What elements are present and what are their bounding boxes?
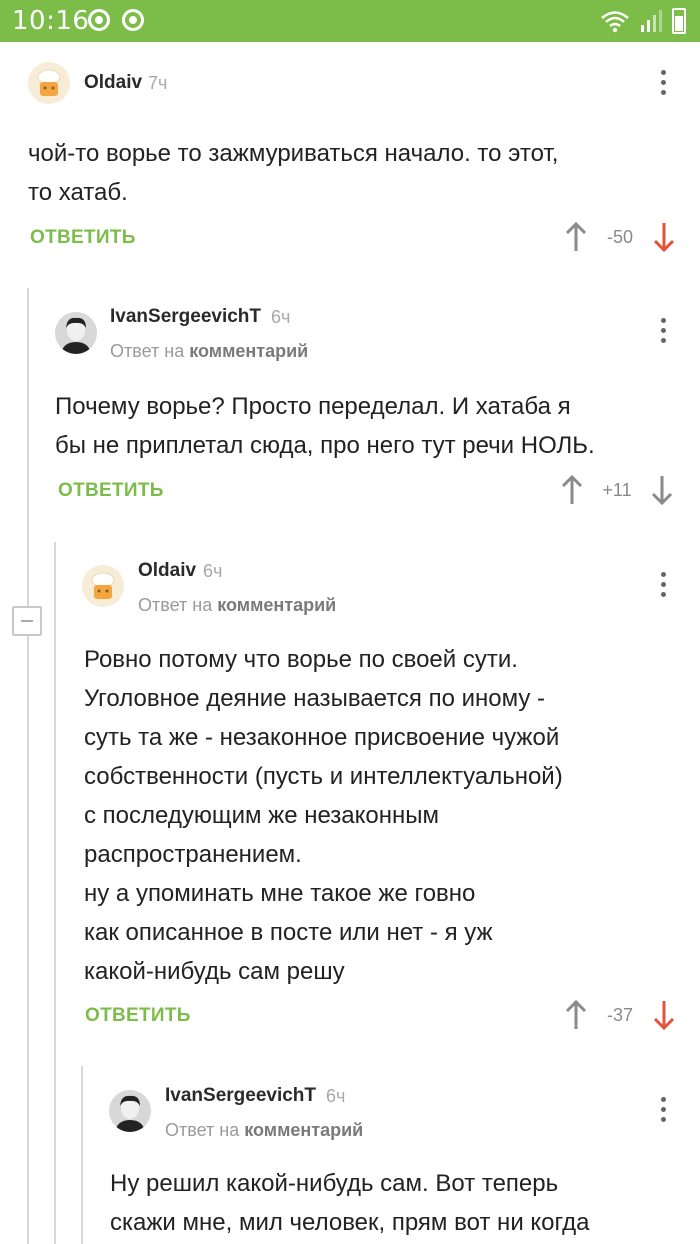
upvote-icon[interactable]: [558, 474, 586, 506]
more-options-icon[interactable]: [661, 70, 667, 96]
reply-button[interactable]: ОТВЕТИТЬ: [58, 480, 164, 502]
comment-time: 7ч: [148, 73, 168, 93]
reply-target-link[interactable]: комментарий: [189, 341, 308, 361]
thread-line: [81, 1066, 83, 1244]
reply-context: Ответ на комментарий: [138, 595, 336, 616]
downvote-icon[interactable]: [650, 999, 678, 1031]
reply-button[interactable]: ОТВЕТИТЬ: [85, 1005, 191, 1027]
reply-prefix: Ответ на: [138, 595, 213, 615]
reply-prefix: Ответ на: [165, 1120, 240, 1140]
battery-icon: [672, 8, 686, 34]
comment-rating: +11: [602, 480, 632, 500]
photo-avatar: [55, 312, 97, 354]
status-time: 10:16: [12, 6, 90, 36]
comment-author[interactable]: IvanSergeevichT: [165, 1085, 316, 1107]
chef-avatar: [28, 62, 70, 104]
comment-author[interactable]: IvanSergeevichT: [110, 306, 261, 328]
collapse-thread-button[interactable]: [12, 606, 42, 636]
comment-text: чой-то ворье то зажмуриваться начало. то…: [28, 140, 559, 206]
comment-author[interactable]: Oldaiv: [84, 72, 142, 94]
comment-time: 6ч: [271, 307, 291, 327]
comment-time: 6ч: [326, 1086, 346, 1106]
reply-target-link[interactable]: комментарий: [217, 595, 336, 615]
thread-line: [27, 288, 29, 1244]
more-options-icon[interactable]: [661, 1097, 667, 1123]
comment-author[interactable]: Oldaiv: [138, 560, 196, 582]
upvote-icon[interactable]: [562, 999, 590, 1031]
reply-context: Ответ на комментарий: [110, 341, 308, 362]
chef-avatar: [82, 565, 124, 607]
wifi-icon: [601, 11, 629, 33]
upvote-icon[interactable]: [562, 221, 590, 253]
thread-line: [54, 542, 56, 1244]
downvote-icon[interactable]: [648, 474, 676, 506]
status-bar: 10:16: [0, 0, 700, 42]
reply-button[interactable]: ОТВЕТИТЬ: [30, 227, 136, 249]
comment-rating: -50: [606, 227, 633, 247]
chrome-icon: [122, 9, 144, 31]
downvote-icon[interactable]: [650, 221, 678, 253]
reply-context: Ответ на комментарий: [165, 1120, 363, 1141]
comment-rating: -37: [606, 1005, 633, 1025]
comment-text: Почему ворье? Просто переделал. И хатаба…: [55, 393, 595, 459]
comment-text: Ну решил какой-нибудь сам. Вот теперь ск…: [110, 1170, 590, 1236]
reply-target-link[interactable]: комментарий: [244, 1120, 363, 1140]
more-options-icon[interactable]: [661, 318, 667, 344]
comment-text: Ровно потому что ворье по своей сути. Уг…: [84, 646, 563, 985]
reply-prefix: Ответ на: [110, 341, 185, 361]
photo-avatar: [109, 1090, 151, 1132]
comment-time: 6ч: [203, 561, 223, 581]
chrome-icon: [88, 9, 110, 31]
more-options-icon[interactable]: [661, 572, 667, 598]
signal-icon: [641, 10, 662, 32]
